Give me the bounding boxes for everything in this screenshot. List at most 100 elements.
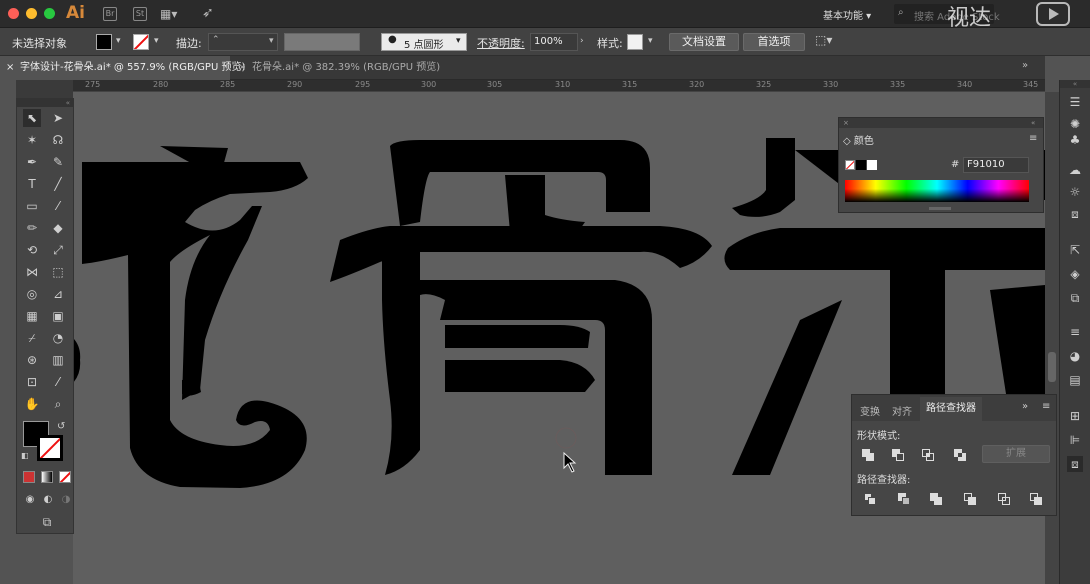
- zoom-tool-icon[interactable]: ⌕: [49, 395, 67, 413]
- collapse-icon[interactable]: «: [1031, 118, 1035, 128]
- close-icon[interactable]: ×: [238, 56, 246, 80]
- panel-title[interactable]: ◇ 颜色: [843, 132, 874, 147]
- color-mode-icon[interactable]: [23, 471, 35, 483]
- panel-menu-icon[interactable]: ≡: [1029, 133, 1037, 144]
- screen-mode-icon[interactable]: ⧉: [35, 513, 59, 531]
- collapse-panels-icon[interactable]: »: [1022, 60, 1028, 71]
- black-swatch[interactable]: [856, 160, 866, 170]
- trim-icon[interactable]: [898, 493, 912, 505]
- stroke-weight-field[interactable]: ⌃ ▾: [208, 33, 278, 51]
- direct-selection-tool-icon[interactable]: ➤: [49, 109, 67, 127]
- intersect-icon[interactable]: [922, 449, 936, 461]
- perspective-grid-tool-icon[interactable]: ⊿: [49, 285, 67, 303]
- chevron-down-icon[interactable]: ▾: [116, 36, 121, 46]
- symbol-sprayer-tool-icon[interactable]: ⊛: [23, 351, 41, 369]
- tab-pathfinder[interactable]: 路径查找器: [920, 397, 982, 421]
- preferences-button[interactable]: 首选项: [743, 33, 805, 51]
- eyedropper-tool-icon[interactable]: ⌿: [23, 329, 41, 347]
- panel-menu-icon[interactable]: ≡: [1042, 401, 1050, 412]
- width-tool-icon[interactable]: ⋈: [23, 263, 41, 281]
- properties-icon[interactable]: ☰: [1067, 94, 1083, 110]
- shape-builder-tool-icon[interactable]: ◎: [23, 285, 41, 303]
- document-setup-button[interactable]: 文档设置: [669, 33, 739, 51]
- gpu-rocket-icon[interactable]: ➶: [202, 5, 214, 21]
- scale-tool-icon[interactable]: ⤢: [49, 241, 67, 259]
- collapse-icon[interactable]: «: [1060, 80, 1090, 88]
- gradient-panel-icon[interactable]: ◕: [1067, 348, 1083, 364]
- column-graph-tool-icon[interactable]: ▥: [49, 351, 67, 369]
- panel-collapse-icon[interactable]: «: [17, 99, 73, 107]
- minimize-window-button[interactable]: [26, 8, 37, 19]
- hex-input[interactable]: F91010: [963, 157, 1029, 173]
- slice-tool-icon[interactable]: ⁄: [49, 373, 67, 391]
- minus-back-icon[interactable]: [1030, 493, 1044, 505]
- brushes-icon[interactable]: ✺: [1067, 116, 1083, 132]
- crop-icon[interactable]: [964, 493, 978, 505]
- mesh-tool-icon[interactable]: ▦: [23, 307, 41, 325]
- merge-icon[interactable]: [930, 493, 944, 505]
- pencil-tool-icon[interactable]: ✏: [23, 219, 41, 237]
- default-colors-icon[interactable]: ◧: [21, 451, 29, 460]
- graphic-style-swatch[interactable]: [627, 34, 643, 50]
- scrollbar-thumb[interactable]: [1048, 352, 1056, 382]
- close-icon[interactable]: ×: [843, 118, 849, 128]
- artboard-tool-icon[interactable]: ⊡: [23, 373, 41, 391]
- variable-width-profile[interactable]: [284, 33, 360, 51]
- hand-tool-icon[interactable]: ✋: [23, 395, 41, 413]
- expand-button[interactable]: 扩展: [982, 445, 1050, 463]
- paintbrush-tool-icon[interactable]: ⁄: [49, 197, 67, 215]
- unite-icon[interactable]: [862, 449, 876, 461]
- divide-icon[interactable]: [864, 493, 878, 505]
- rectangle-tool-icon[interactable]: ▭: [23, 197, 41, 215]
- brush-definition-dropdown[interactable]: ● 5 点圆形 ▾: [381, 33, 467, 51]
- layers-icon[interactable]: ◈: [1067, 266, 1083, 282]
- selection-tool-icon[interactable]: ⬉: [23, 109, 41, 127]
- opacity-label[interactable]: 不透明度:: [477, 35, 525, 51]
- tab-transform[interactable]: 变换: [860, 403, 880, 418]
- bridge-icon[interactable]: Br: [103, 7, 117, 21]
- blend-tool-icon[interactable]: ◔: [49, 329, 67, 347]
- maximize-window-button[interactable]: [44, 8, 55, 19]
- rotate-tool-icon[interactable]: ⟲: [23, 241, 41, 259]
- lasso-tool-icon[interactable]: ☊: [49, 131, 67, 149]
- chevron-down-icon[interactable]: ▾: [154, 36, 159, 46]
- transform-panel-icon[interactable]: ⊞: [1067, 408, 1083, 424]
- none-swatch[interactable]: [845, 160, 855, 170]
- outline-icon[interactable]: [998, 493, 1012, 505]
- arrange-documents-icon[interactable]: ▦▾: [160, 7, 180, 21]
- tab-document-1[interactable]: × 字体设计-花骨朵.ai* @ 557.9% (RGB/GPU 预览): [0, 56, 245, 80]
- draw-behind-icon[interactable]: ◐: [39, 491, 57, 509]
- align-panel-icon[interactable]: ⊫: [1067, 432, 1083, 448]
- white-swatch[interactable]: [867, 160, 877, 170]
- color-spectrum[interactable]: [845, 180, 1029, 202]
- draw-inside-icon[interactable]: ◑: [57, 491, 75, 509]
- graphic-styles-icon[interactable]: ⧈: [1067, 206, 1083, 222]
- chevron-down-icon[interactable]: ▾: [648, 36, 653, 46]
- stroke-color-box[interactable]: [37, 435, 63, 461]
- cc-libraries-icon[interactable]: ☁: [1067, 162, 1083, 178]
- free-transform-tool-icon[interactable]: ⬚: [49, 263, 67, 281]
- stroke-panel-icon[interactable]: ≡: [1067, 324, 1083, 340]
- tab-align[interactable]: 对齐: [892, 403, 912, 418]
- curvature-tool-icon[interactable]: ✎: [49, 153, 67, 171]
- stroke-swatch[interactable]: [133, 34, 149, 50]
- artboards-icon[interactable]: ⧉: [1067, 290, 1083, 306]
- minus-front-icon[interactable]: [892, 449, 906, 461]
- symbols-icon[interactable]: ♣: [1067, 132, 1083, 148]
- pen-tool-icon[interactable]: ✒: [23, 153, 41, 171]
- gradient-mode-icon[interactable]: [41, 471, 53, 483]
- close-icon[interactable]: ×: [6, 56, 14, 80]
- pathfinder-panel-icon[interactable]: ⧈: [1067, 456, 1083, 472]
- type-tool-icon[interactable]: T: [23, 175, 41, 193]
- line-segment-tool-icon[interactable]: ╱: [49, 175, 67, 193]
- none-mode-icon[interactable]: [59, 471, 71, 483]
- opacity-input[interactable]: 100%: [530, 33, 578, 51]
- stock-icon[interactable]: St: [133, 7, 147, 21]
- eraser-tool-icon[interactable]: ◆: [49, 219, 67, 237]
- magic-wand-tool-icon[interactable]: ✶: [23, 131, 41, 149]
- arrange-icon[interactable]: ⬚▾: [815, 33, 832, 47]
- close-window-button[interactable]: [8, 8, 19, 19]
- gradient-tool-icon[interactable]: ▣: [49, 307, 67, 325]
- draw-normal-icon[interactable]: ◉: [21, 491, 39, 509]
- tab-document-2[interactable]: × 花骨朵.ai* @ 382.39% (RGB/GPU 预览): [232, 56, 440, 80]
